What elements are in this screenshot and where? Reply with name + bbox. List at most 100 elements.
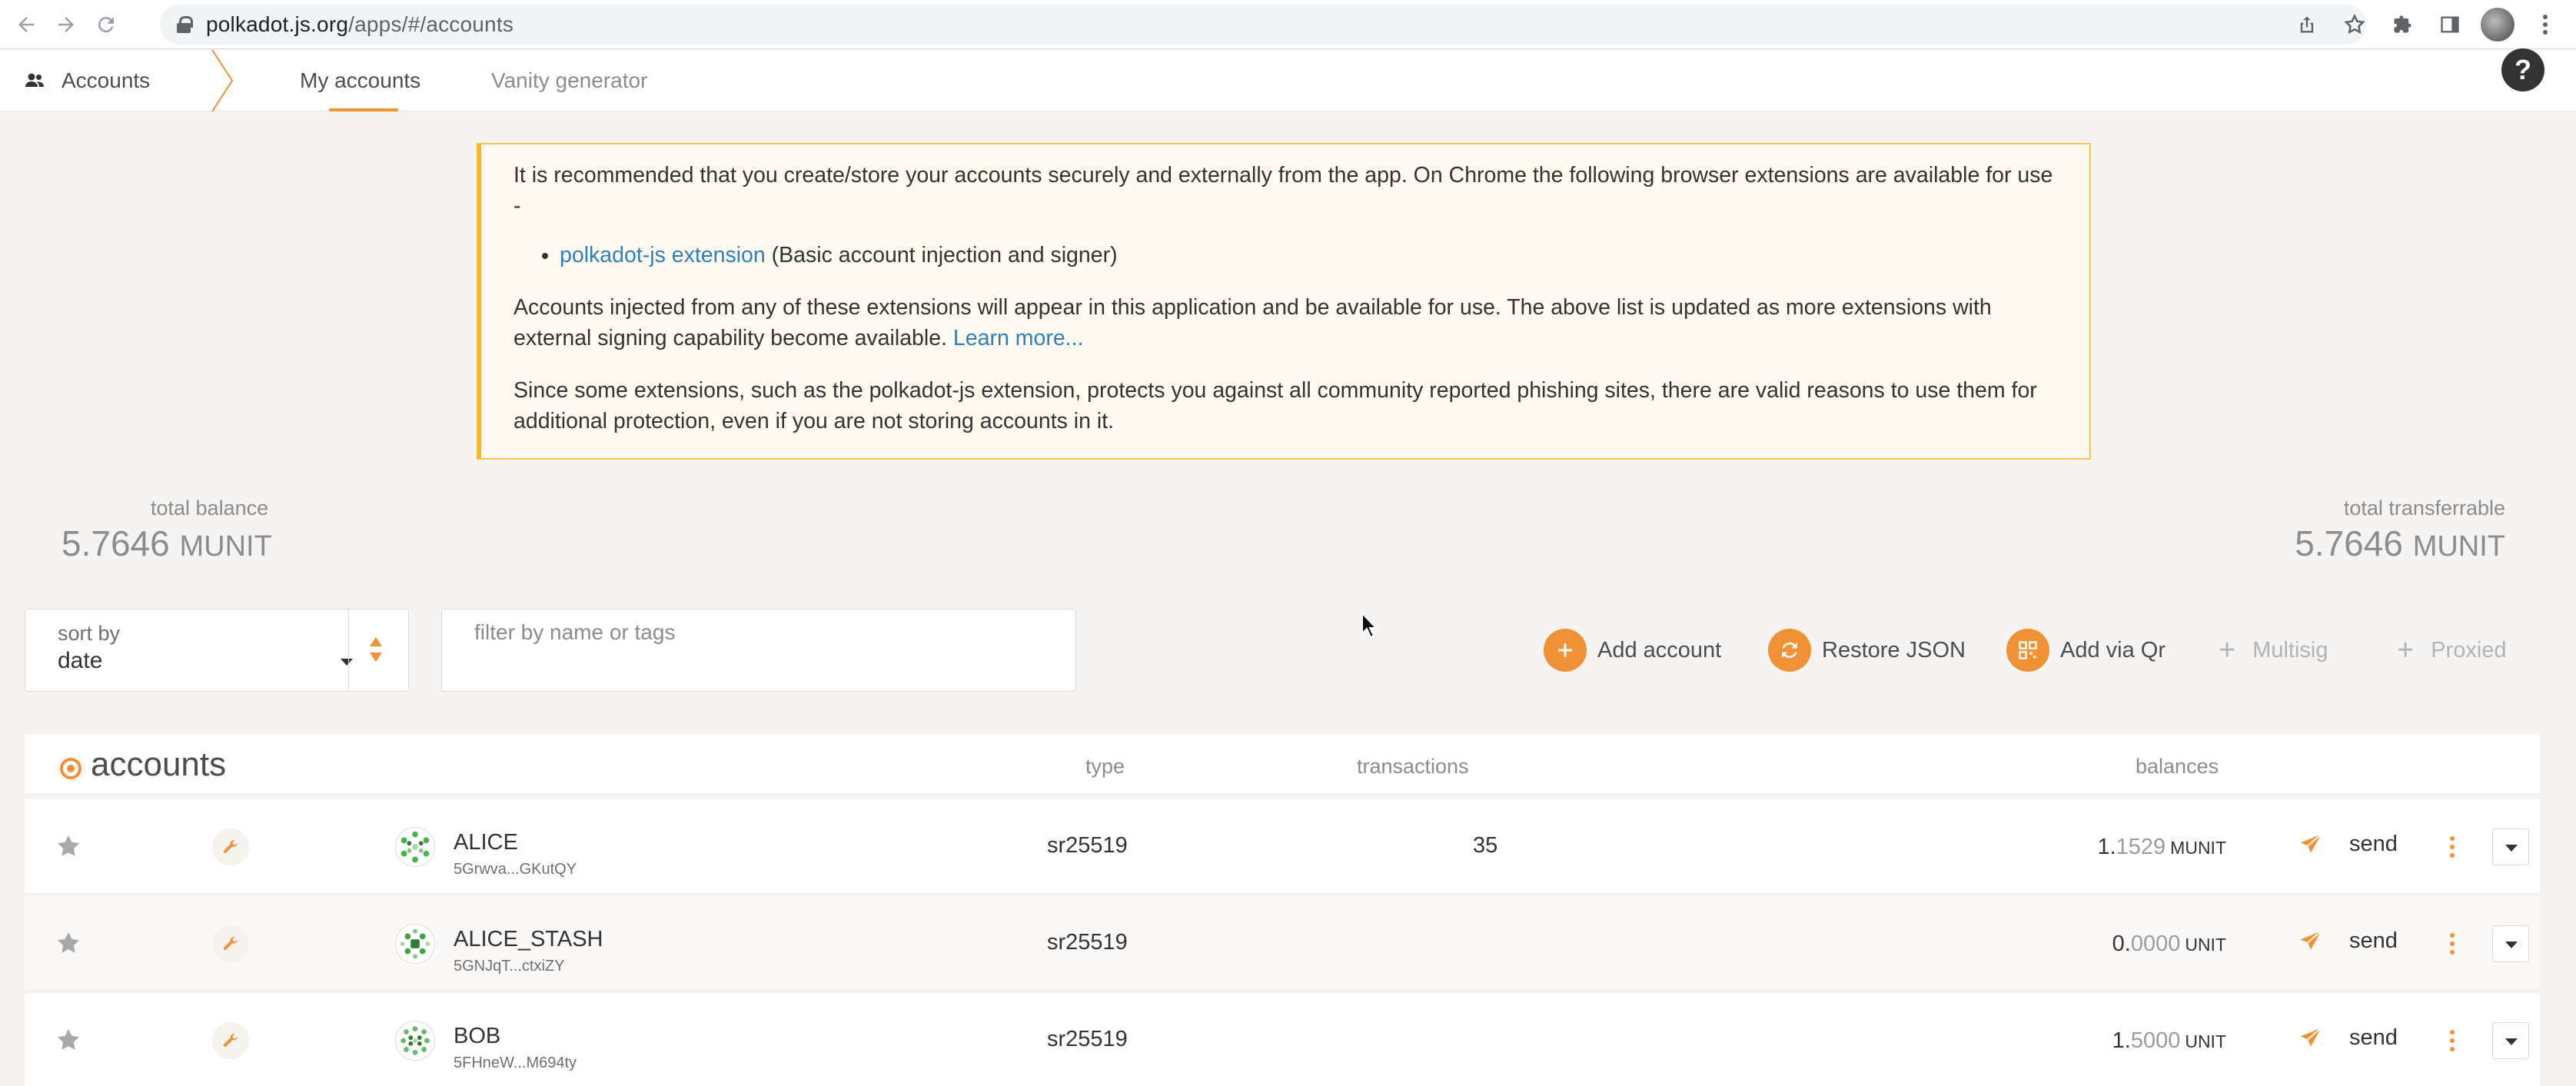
- extension-list: polkadot-js extension (Basic account inj…: [560, 240, 2060, 271]
- tab-vanity-generator[interactable]: Vanity generator: [491, 50, 647, 111]
- accounts-indicator-icon: [60, 758, 81, 779]
- sort-direction-icon[interactable]: [368, 636, 384, 663]
- kebab-menu-icon[interactable]: [2445, 830, 2460, 864]
- profile-avatar[interactable]: [2481, 8, 2515, 42]
- plus-icon: +: [2219, 633, 2236, 666]
- learn-more-link[interactable]: Learn more...: [953, 326, 1084, 350]
- sort-label: sort by: [58, 622, 121, 645]
- lock-icon: [177, 16, 193, 33]
- forward-arrow-icon[interactable]: [49, 8, 83, 42]
- wrench-icon[interactable]: [212, 829, 249, 865]
- back-arrow-icon[interactable]: [9, 8, 43, 42]
- account-name: BOB: [454, 1024, 501, 1048]
- extension-description: (Basic account injection and signer): [765, 243, 1118, 267]
- tab-my-accounts[interactable]: My accounts: [300, 50, 420, 111]
- reload-icon[interactable]: [89, 8, 123, 42]
- breadcrumb-separator: [211, 50, 234, 111]
- wrench-icon[interactable]: [212, 925, 249, 962]
- balance-number: 5.7646: [2295, 523, 2403, 563]
- balance-unit: UNIT: [2185, 935, 2226, 955]
- filter-field[interactable]: [441, 609, 1076, 692]
- total-transferrable-label: total transferrable: [2343, 497, 2505, 520]
- chevron-down-icon[interactable]: [2492, 1022, 2529, 1059]
- chevron-down-icon[interactable]: [2492, 925, 2529, 962]
- column-header-type: type: [1085, 755, 1125, 778]
- section-accounts[interactable]: Accounts: [25, 50, 150, 111]
- total-transferrable-value: 5.7646 MUNIT: [2295, 523, 2505, 564]
- send-button[interactable]: send: [2298, 928, 2398, 954]
- send-button[interactable]: send: [2298, 832, 2398, 857]
- send-label: send: [2349, 1025, 2398, 1050]
- restore-json-button[interactable]: Restore JSON: [1768, 629, 1966, 672]
- kebab-menu-icon[interactable]: [2445, 927, 2460, 961]
- address-bar[interactable]: polkadot.js.org/apps/#/accounts: [160, 5, 2366, 45]
- balance-unit: MUNIT: [2412, 530, 2505, 563]
- account-identicon[interactable]: [395, 924, 435, 964]
- star-icon[interactable]: [55, 833, 81, 859]
- add-via-qr-button[interactable]: Add via Qr: [2006, 629, 2166, 672]
- account-identicon[interactable]: [395, 827, 435, 867]
- account-row[interactable]: ALICE_STASH 5GNJqT...ctxiZY sr25519 0.00…: [25, 896, 2540, 991]
- wrench-icon[interactable]: [212, 1022, 249, 1059]
- sort-dropdown[interactable]: sort by date: [25, 609, 409, 692]
- proxied-label: Proxied: [2431, 637, 2507, 663]
- app-tab-bar: Accounts My accounts Vanity generator ?: [0, 48, 2576, 111]
- sort-divider: [348, 609, 349, 692]
- send-button[interactable]: send: [2298, 1025, 2398, 1051]
- column-header-transactions: transactions: [1357, 755, 1469, 778]
- balance-unit: MUNIT: [179, 530, 272, 563]
- account-row[interactable]: BOB 5FHneW...M694ty sr25519 1.5000 UNIT s…: [25, 993, 2540, 1086]
- account-type: sr25519: [1047, 833, 1128, 858]
- balance-int: 1.: [2112, 1028, 2131, 1053]
- account-row[interactable]: ALICE 5Grwva...GKutQY sr25519 35 1.1529 M…: [25, 799, 2540, 895]
- side-panel-icon[interactable]: [2433, 8, 2467, 42]
- share-icon[interactable]: [2290, 8, 2324, 42]
- multisig-button[interactable]: + Multisig: [2219, 629, 2328, 672]
- account-address: 5GNJqT...ctxiZY: [454, 958, 565, 975]
- account-transactions: 35: [1473, 833, 1498, 858]
- send-label: send: [2349, 832, 2398, 856]
- sort-value: date: [58, 648, 103, 673]
- column-header-balances: balances: [2136, 755, 2219, 778]
- star-icon[interactable]: [55, 1027, 81, 1053]
- balance-number: 5.7646: [61, 523, 170, 563]
- polkadot-js-extension-link[interactable]: polkadot-js extension: [560, 243, 766, 267]
- chevron-down-icon[interactable]: [2492, 829, 2529, 865]
- account-balance: 1.5000 UNIT: [2112, 1028, 2226, 1054]
- accounts-table-header: accounts type transactions balances: [25, 735, 2540, 796]
- chrome-menu-icon[interactable]: [2528, 8, 2562, 42]
- extension-notice: It is recommended that you create/store …: [477, 143, 2091, 460]
- users-icon: [25, 73, 44, 87]
- multisig-label: Multisig: [2252, 637, 2328, 663]
- bookmark-star-icon[interactable]: [2338, 8, 2372, 42]
- paper-plane-icon: [2300, 833, 2322, 853]
- plus-icon: +: [2397, 633, 2415, 666]
- kebab-menu-icon[interactable]: [2445, 1024, 2460, 1058]
- help-icon[interactable]: ?: [2501, 48, 2544, 91]
- add-account-button[interactable]: Add account: [1544, 629, 1721, 672]
- balance-decimals: 0000: [2130, 932, 2181, 956]
- account-type: sr25519: [1047, 930, 1128, 955]
- proxied-button[interactable]: + Proxied: [2397, 629, 2507, 672]
- paper-plane-icon: [2300, 930, 2322, 950]
- account-identicon[interactable]: [395, 1021, 435, 1061]
- filter-input[interactable]: [474, 617, 1059, 648]
- url-text: polkadot.js.org/apps/#/accounts: [206, 12, 514, 36]
- qr-icon: [2006, 629, 2049, 672]
- notice-paragraph-3: Since some extensions, such as the polka…: [514, 378, 2037, 433]
- account-address: 5Grwva...GKutQY: [454, 861, 577, 878]
- paper-plane-icon: [2300, 1027, 2322, 1047]
- star-icon[interactable]: [55, 930, 81, 956]
- balance-unit: UNIT: [2185, 1031, 2226, 1051]
- send-label: send: [2349, 928, 2398, 953]
- balance-int: 0.: [2112, 932, 2131, 956]
- balance-unit: MUNIT: [2170, 838, 2226, 858]
- account-address: 5FHneW...M694ty: [454, 1054, 577, 1071]
- account-balance: 0.0000 UNIT: [2112, 932, 2226, 957]
- chevron-down-icon: [341, 659, 353, 666]
- tab-label: My accounts: [300, 68, 421, 92]
- extensions-icon[interactable]: [2385, 8, 2419, 42]
- restore-icon: [1768, 629, 1811, 672]
- account-name: ALICE: [454, 830, 518, 855]
- balance-int: 1.: [2097, 835, 2116, 859]
